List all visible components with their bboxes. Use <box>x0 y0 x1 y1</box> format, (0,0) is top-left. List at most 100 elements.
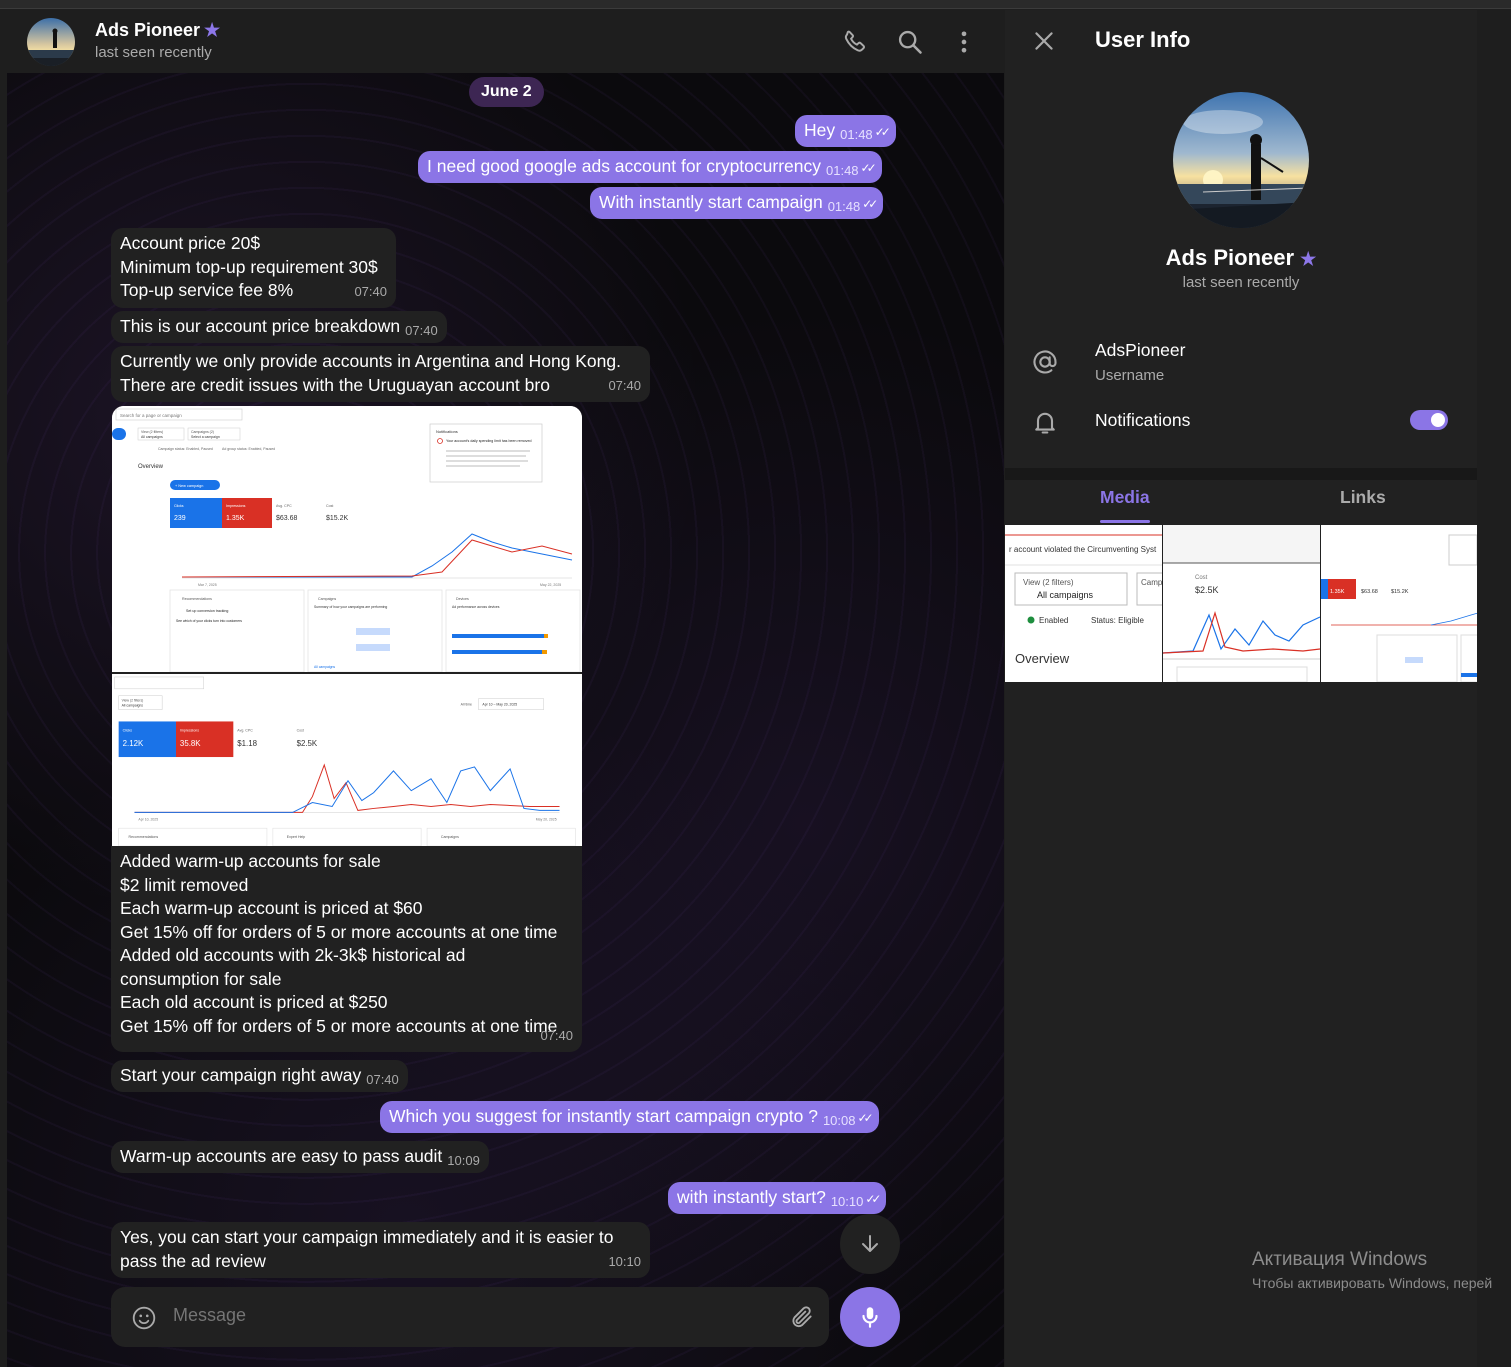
message-bubble-in[interactable]: This is our account price breakdown 07:40 <box>111 311 447 343</box>
avatar-photo <box>27 18 75 66</box>
message-text: Start your campaign right away <box>120 1065 362 1085</box>
message-time: 10:10 <box>830 1194 864 1209</box>
at-sign-icon <box>1033 350 1057 374</box>
panel-title: User Info <box>1095 27 1191 52</box>
read-ticks-icon: ✓✓ <box>865 1192 881 1206</box>
message-bubble-out[interactable]: Hey 01:48 ✓✓ <box>795 115 896 147</box>
message-bubble-in[interactable]: Start your campaign right away 07:40 <box>111 1060 408 1092</box>
message-line: Minimum top-up requirement 30$ <box>120 256 378 277</box>
devices-sub: Ad performance across devices <box>452 605 500 609</box>
section-divider <box>1005 468 1477 480</box>
ads-dashboard-screenshot-2[interactable]: View (2 filters) All campaigns All time … <box>112 672 582 846</box>
message-bubble-in[interactable]: Added warm-up accounts for sale $2 limit… <box>111 846 582 1052</box>
chat-title[interactable]: Ads Pioneer ★ <box>95 20 220 41</box>
media-thumbnail[interactable]: Cost $2.5K <box>1163 525 1320 682</box>
message-line: Get 15% off for orders of 5 or more acco… <box>120 921 558 942</box>
message-line: pass the ad review <box>120 1250 266 1271</box>
kpi-cost: $15.2K <box>326 515 349 522</box>
photo-album[interactable]: Search for a page or campaign View (2 fi… <box>112 406 582 846</box>
tab-media[interactable]: Media <box>1100 487 1150 508</box>
kpi2-cpc: $1.18 <box>237 739 257 748</box>
message-time: 10:08 <box>822 1113 856 1128</box>
notifications-toggle[interactable] <box>1410 410 1448 430</box>
profile-status: last seen recently <box>1182 274 1300 291</box>
kpi-cpc-label: Avg. CPC <box>276 504 292 508</box>
message-line: There are credit issues with the Uruguay… <box>120 374 550 395</box>
kpi-impr-label: Impressions <box>226 504 246 508</box>
more-vertical-icon[interactable] <box>950 28 978 56</box>
tab-links[interactable]: Links <box>1340 487 1386 508</box>
search-icon[interactable] <box>896 28 924 56</box>
profile-photo-image <box>1173 92 1309 228</box>
dashboard-overview: Overview <box>138 464 164 470</box>
windows-activation-sub: Чтобы активировать Windows, перей <box>1252 1275 1493 1291</box>
windows-activation-title: Активация Windows <box>1252 1249 1428 1270</box>
message-time: 10:09 <box>447 1153 480 1168</box>
message-bubble-out[interactable]: I need good google ads account for crypt… <box>418 151 882 183</box>
kpi-clicks: 239 <box>174 515 186 522</box>
read-ticks-icon: ✓✓ <box>874 125 891 139</box>
message-line: Added old accounts with 2k-3k$ historica… <box>120 945 466 965</box>
message-bubble-in[interactable]: Currently we only provide accounts in Ar… <box>111 346 650 402</box>
read-ticks-icon: ✓✓ <box>860 161 877 175</box>
avatar[interactable] <box>27 18 75 66</box>
dashboard-filter: Campaign status: Enabled, Paused <box>158 447 213 451</box>
message-line: Each old account is priced at $250 <box>120 992 388 1012</box>
contact-status: last seen recently <box>95 44 212 61</box>
thumb2-cost-label: Cost <box>1195 575 1208 581</box>
message-time: 07:40 <box>608 377 641 393</box>
message-bubble-in[interactable]: Warm-up accounts are easy to pass audit 1… <box>111 1141 489 1173</box>
bell-icon <box>1035 412 1055 434</box>
notif-head: Your account's daily spending limit has … <box>446 439 531 443</box>
message-line: $2 limit removed <box>120 874 249 895</box>
media-thumbnail-image: 1.35K $63.68 $15.2K <box>1321 525 1478 682</box>
profile-photo[interactable] <box>1173 92 1309 228</box>
voice-message-button[interactable] <box>840 1287 900 1347</box>
chat-area: Ads Pioneer ★ last seen recently June 2 … <box>7 10 1004 1367</box>
scroll-to-bottom-button[interactable] <box>840 1214 900 1274</box>
message-bubble-out[interactable]: with instantly start? 10:10 ✓✓ <box>668 1182 887 1214</box>
chart1-right: May 22, 2025 <box>540 583 561 587</box>
thumb-camp: All campaigns <box>1037 590 1094 600</box>
media-thumbnail[interactable]: 1.35K $63.68 $15.2K <box>1321 525 1478 682</box>
chart1-left: Mar 7, 2025 <box>198 583 217 587</box>
message-line: Account price 20$ <box>120 233 261 253</box>
devices-title: Devices <box>456 597 469 601</box>
message-bubble-out[interactable]: Which you suggest for instantly start ca… <box>380 1101 879 1133</box>
camp-panel-title: Campaigns <box>318 597 336 601</box>
message-time: 10:10 <box>608 1253 641 1269</box>
message-text: with instantly start? <box>677 1187 826 1207</box>
ads-dashboard-screenshot[interactable]: Search for a page or campaign View (2 fi… <box>112 406 582 672</box>
message-line: Get 15% off for orders of 5 or more acco… <box>120 1015 558 1036</box>
recs2-title: Recommendations <box>129 835 159 839</box>
thumb-enabled: Enabled <box>1039 616 1068 625</box>
emoji-icon[interactable] <box>131 1305 157 1331</box>
attach-icon[interactable] <box>789 1304 815 1330</box>
message-composer[interactable] <box>111 1287 829 1347</box>
dashboard-view-sub: All campaigns <box>141 435 163 439</box>
rec-sub: See which of your clicks turn into custo… <box>176 619 242 623</box>
message-time: 07:40 <box>405 323 438 338</box>
message-bubble-in[interactable]: Account price 20$ Minimum top-up require… <box>111 228 396 308</box>
dashboard2-view: View (2 filters) <box>122 699 144 703</box>
message-line: Yes, you can start your campaign immedia… <box>120 1227 614 1247</box>
username-value[interactable]: AdsPioneer <box>1095 340 1185 361</box>
rec-item: Set up conversion tracking <box>186 609 228 613</box>
media-thumbnail[interactable]: r account violated the Circumventing Sys… <box>1005 525 1162 682</box>
message-text: I need good google ads account for crypt… <box>427 156 821 176</box>
phone-icon[interactable] <box>842 28 870 56</box>
kpi-cost-label: Cost <box>326 504 333 508</box>
camp-panel-sub: Summary of how your campaigns are perfor… <box>314 605 387 609</box>
message-text: This is our account price breakdown <box>120 316 401 336</box>
close-icon[interactable] <box>1031 28 1057 54</box>
message-bubble-in[interactable]: Yes, you can start your campaign immedia… <box>111 1222 650 1278</box>
message-text: Warm-up accounts are easy to pass audit <box>120 1146 443 1166</box>
message-time: 07:40 <box>366 1072 399 1087</box>
message-time: 07:40 <box>354 283 387 299</box>
message-time: 07:40 <box>540 1027 573 1043</box>
message-bubble-out[interactable]: With instantly start campaign 01:48 ✓✓ <box>590 187 884 219</box>
chart2-left: Apr 10, 2025 <box>138 817 158 821</box>
message-line: Added warm-up accounts for sale <box>120 851 381 871</box>
message-input[interactable] <box>173 1305 733 1326</box>
chat-header[interactable]: Ads Pioneer ★ last seen recently <box>7 10 1004 73</box>
